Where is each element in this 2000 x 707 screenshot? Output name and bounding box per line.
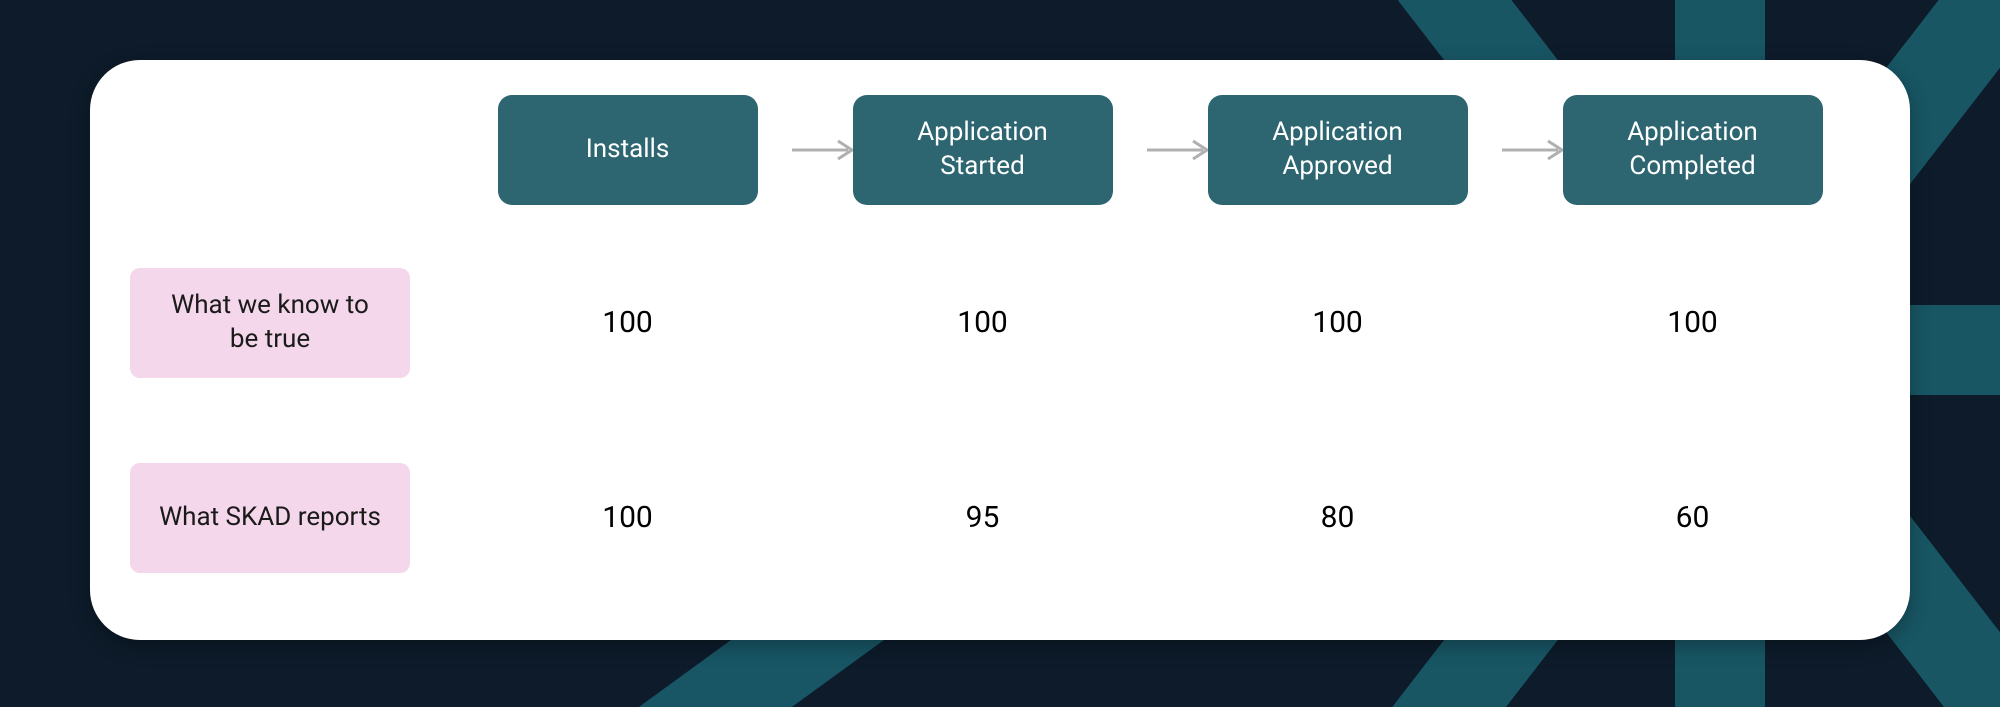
stage-box-installs: Installs <box>498 95 758 205</box>
stage-box-app-completed: Application Completed <box>1563 95 1823 205</box>
value-cell: 100 <box>460 500 795 535</box>
row-label-text: What we know to be true <box>154 289 386 357</box>
stage-label: Installs <box>586 133 670 167</box>
value-cell: 60 <box>1525 500 1860 535</box>
stage-col-2: Application Approved <box>1170 95 1505 205</box>
diagram-grid: Installs Application Started Application… <box>130 90 1860 600</box>
value-cell: 100 <box>460 305 795 340</box>
value-cell: 95 <box>815 500 1150 535</box>
stage-label: Application Completed <box>1583 116 1803 184</box>
stage-col-3: Application Completed <box>1525 95 1860 205</box>
stage-box-app-approved: Application Approved <box>1208 95 1468 205</box>
value-cell: 100 <box>1170 305 1505 340</box>
diagram-card: Installs Application Started Application… <box>90 60 1910 640</box>
stage-col-1: Application Started <box>815 95 1150 205</box>
stage-col-0: Installs <box>460 95 795 205</box>
row-label-text: What SKAD reports <box>159 501 381 535</box>
stage-label: Application Started <box>873 116 1093 184</box>
stage-label: Application Approved <box>1228 116 1448 184</box>
row-label-skad: What SKAD reports <box>130 463 410 573</box>
value-cell: 100 <box>1525 305 1860 340</box>
value-cell: 100 <box>815 305 1150 340</box>
stage-box-app-started: Application Started <box>853 95 1113 205</box>
row-label-truth: What we know to be true <box>130 268 410 378</box>
value-cell: 80 <box>1170 500 1505 535</box>
